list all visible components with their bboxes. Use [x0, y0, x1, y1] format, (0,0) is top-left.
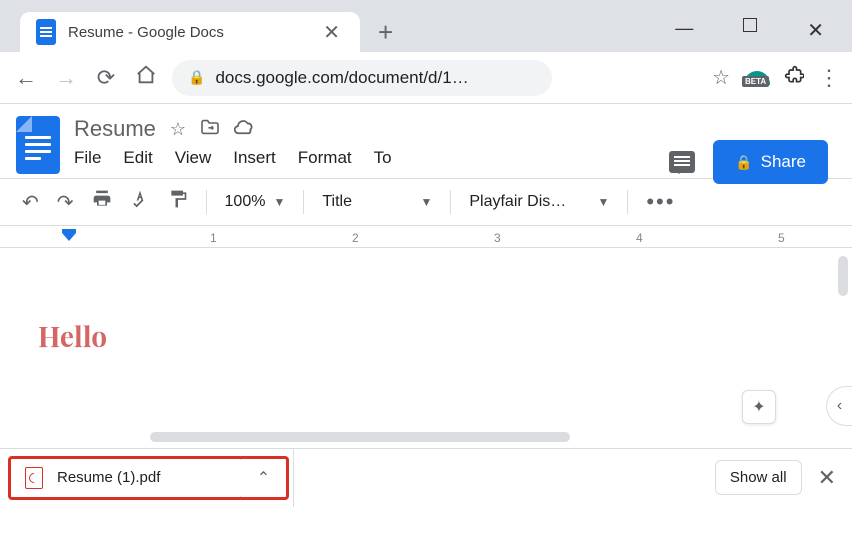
separator	[627, 190, 628, 214]
share-label: Share	[761, 152, 806, 172]
browser-menu-icon[interactable]: ⋮	[818, 65, 840, 91]
extension-beta-icon[interactable]: BETA	[744, 71, 770, 85]
spellcheck-icon[interactable]	[130, 189, 150, 215]
separator	[206, 190, 207, 214]
redo-icon[interactable]: ↷	[57, 190, 74, 215]
tab-title: Resume - Google Docs	[68, 24, 319, 41]
ruler-tick: 5	[778, 231, 785, 245]
cloud-status-icon[interactable]	[234, 119, 256, 140]
document-area: Hello ✦ ‹	[0, 248, 852, 448]
undo-icon[interactable]: ↶	[22, 190, 39, 215]
separator	[303, 190, 304, 214]
zoom-dropdown[interactable]: 100%▼	[225, 193, 286, 211]
ruler[interactable]: 1 2 3 4 5	[0, 226, 852, 248]
ruler-tick: 1	[210, 231, 217, 245]
address-bar: ← → ⟳ 🔒 docs.google.com/document/d/1… ☆ …	[0, 52, 852, 104]
menu-edit[interactable]: Edit	[123, 148, 152, 168]
font-dropdown[interactable]: Playfair Dis…▼	[469, 193, 609, 211]
lock-icon: 🔒	[735, 154, 752, 171]
download-item[interactable]: Resume (1).pdf	[8, 456, 244, 500]
comments-icon[interactable]	[669, 151, 695, 173]
window-minimize[interactable]: —	[675, 18, 693, 43]
window-maximize[interactable]	[743, 18, 757, 32]
separator	[293, 449, 294, 507]
download-filename: Resume (1).pdf	[57, 469, 227, 486]
extensions-icon[interactable]	[784, 65, 804, 91]
tab-close-icon[interactable]: ✕	[319, 20, 344, 45]
nav-reload-button[interactable]: ⟳	[92, 65, 120, 91]
explore-button[interactable]: ✦	[742, 390, 776, 424]
document-title[interactable]: Resume	[74, 116, 156, 142]
menu-tools[interactable]: To	[374, 148, 392, 168]
horizontal-scrollbar[interactable]	[150, 432, 570, 442]
toolbar-more-icon[interactable]: •••	[646, 189, 675, 215]
move-folder-icon[interactable]	[200, 119, 220, 140]
download-menu-toggle[interactable]: ⌃	[241, 456, 289, 500]
pdf-file-icon	[25, 467, 43, 489]
url-text: docs.google.com/document/d/1…	[215, 68, 468, 88]
show-all-downloads-button[interactable]: Show all	[715, 460, 802, 495]
document-page[interactable]: Hello	[0, 248, 852, 448]
menu-file[interactable]: File	[74, 148, 101, 168]
bookmark-star-icon[interactable]: ☆	[712, 65, 730, 90]
paint-format-icon[interactable]	[168, 189, 188, 215]
document-text[interactable]: Hello	[38, 318, 814, 355]
indent-marker-icon[interactable]	[62, 229, 76, 243]
window-close[interactable]: ✕	[807, 18, 824, 43]
toolbar: ↶ ↷ 100%▼ Title▼ Playfair Dis…▼ •••	[0, 178, 852, 226]
print-icon[interactable]	[92, 189, 112, 215]
downloads-bar: Resume (1).pdf ⌃ Show all ✕	[0, 448, 852, 506]
url-field[interactable]: 🔒 docs.google.com/document/d/1…	[172, 60, 552, 96]
vertical-scrollbar[interactable]	[838, 256, 848, 296]
star-icon[interactable]: ☆	[170, 119, 186, 140]
new-tab-button[interactable]: +	[378, 17, 393, 48]
separator	[450, 190, 451, 214]
nav-back-button[interactable]: ←	[12, 65, 40, 91]
nav-home-button[interactable]	[132, 64, 160, 92]
menu-insert[interactable]: Insert	[233, 148, 276, 168]
nav-forward-button[interactable]: →	[52, 65, 80, 91]
docs-app-icon[interactable]	[16, 116, 60, 174]
ruler-tick: 3	[494, 231, 501, 245]
lock-icon: 🔒	[188, 69, 205, 86]
browser-tab[interactable]: Resume - Google Docs ✕	[20, 12, 360, 52]
style-dropdown[interactable]: Title▼	[322, 193, 432, 211]
ruler-tick: 4	[636, 231, 643, 245]
menu-view[interactable]: View	[175, 148, 212, 168]
docs-favicon-icon	[36, 19, 56, 45]
menu-format[interactable]: Format	[298, 148, 352, 168]
share-button[interactable]: 🔒 Share	[713, 140, 828, 184]
close-downloads-bar-icon[interactable]: ✕	[818, 465, 836, 491]
chevron-up-icon: ⌃	[257, 468, 270, 488]
ruler-tick: 2	[352, 231, 359, 245]
